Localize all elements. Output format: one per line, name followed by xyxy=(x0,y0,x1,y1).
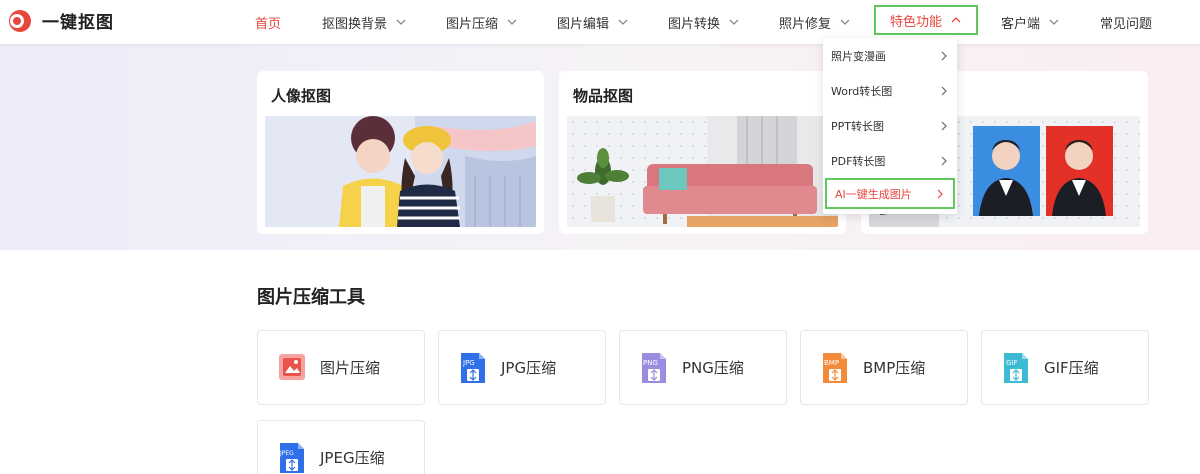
top-nav-bar: 一键抠图 首页 抠图换背景 图片压缩 图片编辑 图片转换 照片修复 特色功能 客… xyxy=(0,0,1200,44)
nav-faq[interactable]: 常见问题 xyxy=(1100,0,1152,44)
nav-features-label: 特色功能 xyxy=(890,14,943,30)
logo-icon xyxy=(8,9,32,33)
nav-compress-label: 图片压缩 xyxy=(446,16,499,32)
portrait-illustration xyxy=(265,116,536,227)
png-badge-text: PNG xyxy=(643,359,658,367)
chevron-right-icon xyxy=(941,51,947,60)
nav-edit-label: 图片编辑 xyxy=(557,16,610,32)
nav-convert-label: 图片转换 xyxy=(668,16,721,32)
bmp-badge-text: BMP xyxy=(824,359,839,367)
tool-jpeg-compress[interactable]: JPEG JPEG压缩 xyxy=(257,420,425,474)
menu-item-label: PPT转长图 xyxy=(831,119,884,133)
menu-item-ai-generate-image[interactable]: AI一键生成图片 xyxy=(825,178,955,209)
gif-file-icon: GIF xyxy=(1002,352,1030,384)
nav-home[interactable]: 首页 xyxy=(255,0,281,44)
bmp-file-icon: BMP xyxy=(821,352,849,384)
jpg-file-icon: JPG xyxy=(459,352,487,384)
tool-label: PNG压缩 xyxy=(682,359,744,377)
chevron-down-icon xyxy=(729,19,739,25)
chevron-right-icon xyxy=(937,189,943,198)
tool-label: JPG压缩 xyxy=(501,359,557,377)
nav-repair-label: 照片修复 xyxy=(779,16,832,32)
section-title-compress-tools: 图片压缩工具 xyxy=(257,287,365,308)
card-object-cutout[interactable]: 物品抠图 xyxy=(559,71,846,234)
card-title: 人像抠图 xyxy=(271,87,332,105)
tool-gif-compress[interactable]: GIF GIF压缩 xyxy=(981,330,1149,405)
jpeg-badge-text: JPEG xyxy=(279,450,294,457)
chevron-down-icon xyxy=(618,19,628,25)
sofa-illustration xyxy=(567,116,838,227)
menu-item-label: PDF转长图 xyxy=(831,154,886,168)
nav-convert[interactable]: 图片转换 xyxy=(668,0,740,44)
menu-item-label: Word转长图 xyxy=(831,84,893,98)
logo[interactable]: 一键抠图 xyxy=(8,8,114,33)
menu-item-label: AI一键生成图片 xyxy=(835,187,912,201)
image-compress-icon xyxy=(278,352,306,384)
nav-bg-remove[interactable]: 抠图换背景 xyxy=(322,0,407,44)
tool-png-compress[interactable]: PNG PNG压缩 xyxy=(619,330,787,405)
jpg-badge-text: JPG xyxy=(462,359,475,367)
nav-client-label: 客户端 xyxy=(1001,16,1041,32)
chevron-right-icon xyxy=(941,121,947,130)
tool-jpg-compress[interactable]: JPG JPG压缩 xyxy=(438,330,606,405)
chevron-down-icon xyxy=(507,19,517,25)
menu-item-photo-to-comic[interactable]: 照片变漫画 xyxy=(823,38,957,73)
jpeg-file-icon: JPEG xyxy=(278,442,306,474)
tool-label: JPEG压缩 xyxy=(320,449,385,467)
nav-compress[interactable]: 图片压缩 xyxy=(446,0,518,44)
card-portrait-cutout[interactable]: 人像抠图 xyxy=(257,71,544,234)
chevron-up-icon xyxy=(951,17,961,23)
chevron-down-icon xyxy=(840,19,850,25)
nav-faq-label: 常见问题 xyxy=(1100,16,1153,32)
card-title: 物品抠图 xyxy=(573,87,634,105)
brand-name: 一键抠图 xyxy=(42,13,114,33)
menu-item-ppt-to-long-image[interactable]: PPT转长图 xyxy=(823,108,957,143)
features-dropdown-menu: 照片变漫画 Word转长图 PPT转长图 PDF转长图 AI一键生成图片 xyxy=(823,38,957,214)
nav-edit[interactable]: 图片编辑 xyxy=(557,0,629,44)
tool-label: GIF压缩 xyxy=(1044,359,1099,377)
chevron-right-icon xyxy=(941,156,947,165)
nav-features[interactable]: 特色功能 xyxy=(874,5,979,35)
chevron-down-icon xyxy=(1049,19,1059,25)
chevron-down-icon xyxy=(396,19,406,25)
chevron-right-icon xyxy=(941,86,947,95)
gif-badge-text: GIF xyxy=(1006,359,1018,367)
menu-item-label: 照片变漫画 xyxy=(831,49,886,63)
png-file-icon: PNG xyxy=(640,352,668,384)
nav-bg-remove-label: 抠图换背景 xyxy=(322,16,388,32)
nav-home-label: 首页 xyxy=(255,16,282,32)
menu-item-word-to-long-image[interactable]: Word转长图 xyxy=(823,73,957,108)
menu-item-pdf-to-long-image[interactable]: PDF转长图 xyxy=(823,143,957,178)
nav-client[interactable]: 客户端 xyxy=(1001,0,1060,44)
tool-label: 图片压缩 xyxy=(320,359,381,377)
tool-bmp-compress[interactable]: BMP BMP压缩 xyxy=(800,330,968,405)
tool-label: BMP压缩 xyxy=(863,359,926,377)
tool-image-compress[interactable]: 图片压缩 xyxy=(257,330,425,405)
